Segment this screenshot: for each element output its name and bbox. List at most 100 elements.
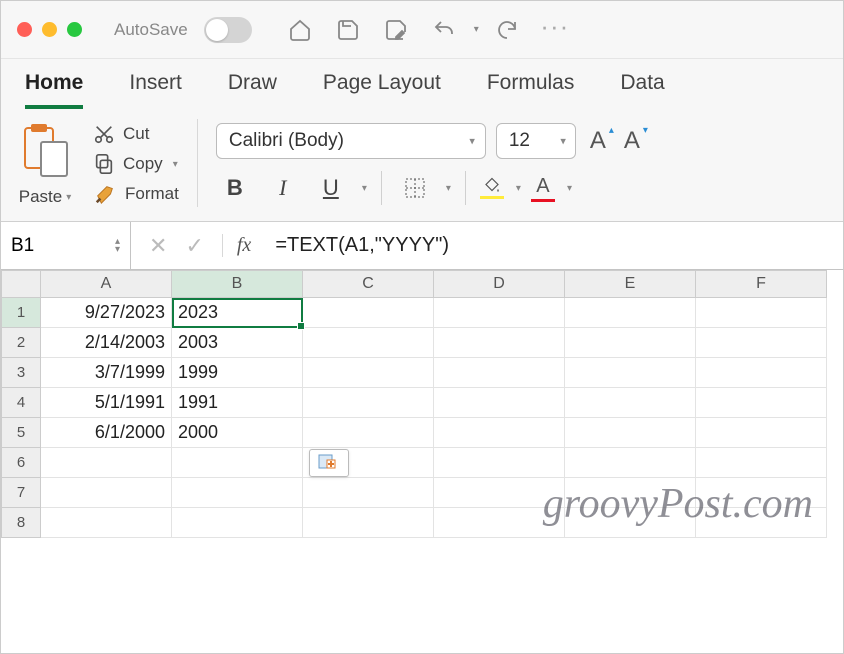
bold-button[interactable]: B: [216, 172, 254, 204]
cell-D4[interactable]: [434, 388, 565, 418]
row-header-7[interactable]: 7: [1, 478, 41, 508]
borders-button[interactable]: [396, 172, 434, 204]
tab-insert[interactable]: Insert: [129, 71, 182, 109]
cell-E4[interactable]: [565, 388, 696, 418]
cancel-formula-icon[interactable]: ✕: [149, 233, 167, 259]
cell-A8[interactable]: [41, 508, 172, 538]
row-header-8[interactable]: 8: [1, 508, 41, 538]
autofill-options-button[interactable]: [309, 449, 349, 477]
close-window-button[interactable]: [17, 22, 32, 37]
copy-button[interactable]: Copy ▾: [93, 153, 179, 175]
more-icon[interactable]: ···: [541, 16, 569, 44]
fill-color-button[interactable]: [480, 177, 504, 199]
font-size-select[interactable]: 12 ▾: [496, 123, 576, 159]
row-header-4[interactable]: 4: [1, 388, 41, 418]
undo-icon[interactable]: [430, 16, 458, 44]
save-icon[interactable]: [334, 16, 362, 44]
maximize-window-button[interactable]: [67, 22, 82, 37]
borders-dropdown-icon[interactable]: ▾: [446, 183, 451, 194]
cell-B8[interactable]: [172, 508, 303, 538]
paste-dropdown-icon[interactable]: ▾: [66, 192, 71, 203]
name-box[interactable]: B1 ▴▾: [1, 222, 131, 269]
fill-color-dropdown-icon[interactable]: ▾: [516, 183, 521, 194]
cut-button[interactable]: Cut: [93, 123, 179, 145]
paste-button[interactable]: [15, 119, 75, 183]
col-header-B[interactable]: B: [172, 270, 303, 298]
cell-F4[interactable]: [696, 388, 827, 418]
home-icon[interactable]: [286, 16, 314, 44]
cell-C2[interactable]: [303, 328, 434, 358]
format-painter-button[interactable]: Format: [93, 183, 179, 205]
col-header-A[interactable]: A: [41, 270, 172, 298]
tab-data[interactable]: Data: [620, 71, 664, 109]
cell-F2[interactable]: [696, 328, 827, 358]
autosave-toggle[interactable]: [204, 17, 252, 43]
underline-dropdown-icon[interactable]: ▾: [362, 183, 367, 194]
cell-F6[interactable]: [696, 448, 827, 478]
cell-A6[interactable]: [41, 448, 172, 478]
col-header-E[interactable]: E: [565, 270, 696, 298]
name-box-stepper[interactable]: ▴▾: [115, 238, 120, 254]
cell-A2[interactable]: 2/14/2003: [41, 328, 172, 358]
cell-D2[interactable]: [434, 328, 565, 358]
cell-D6[interactable]: [434, 448, 565, 478]
cell-E6[interactable]: [565, 448, 696, 478]
cell-C1[interactable]: [303, 298, 434, 328]
cell-C3[interactable]: [303, 358, 434, 388]
increase-font-button[interactable]: A: [586, 127, 610, 155]
undo-dropdown-icon[interactable]: ▾: [474, 24, 479, 35]
cell-A1[interactable]: 9/27/2023: [41, 298, 172, 328]
cell-D5[interactable]: [434, 418, 565, 448]
font-color-dropdown-icon[interactable]: ▾: [567, 183, 572, 194]
cell-E3[interactable]: [565, 358, 696, 388]
save-edit-icon[interactable]: [382, 16, 410, 44]
formula-input[interactable]: =TEXT(A1,"YYYY"): [265, 234, 843, 257]
row-header-3[interactable]: 3: [1, 358, 41, 388]
cell-D3[interactable]: [434, 358, 565, 388]
spreadsheet-grid[interactable]: A B C D E F 1 9/27/2023 2023 2 2/14/2003…: [1, 270, 843, 538]
tab-draw[interactable]: Draw: [228, 71, 277, 109]
font-color-button[interactable]: A: [531, 175, 555, 202]
col-header-C[interactable]: C: [303, 270, 434, 298]
cell-B3[interactable]: 1999: [172, 358, 303, 388]
cell-E1[interactable]: [565, 298, 696, 328]
row-header-5[interactable]: 5: [1, 418, 41, 448]
cell-B5[interactable]: 2000: [172, 418, 303, 448]
cell-B4[interactable]: 1991: [172, 388, 303, 418]
cell-A7[interactable]: [41, 478, 172, 508]
copy-dropdown-icon[interactable]: ▾: [173, 159, 178, 170]
cell-D1[interactable]: [434, 298, 565, 328]
row-header-2[interactable]: 2: [1, 328, 41, 358]
cell-C4[interactable]: [303, 388, 434, 418]
col-header-F[interactable]: F: [696, 270, 827, 298]
cell-B2[interactable]: 2003: [172, 328, 303, 358]
tab-home[interactable]: Home: [25, 71, 83, 109]
cell-E5[interactable]: [565, 418, 696, 448]
cell-F1[interactable]: [696, 298, 827, 328]
cell-B7[interactable]: [172, 478, 303, 508]
cell-A4[interactable]: 5/1/1991: [41, 388, 172, 418]
tab-formulas[interactable]: Formulas: [487, 71, 575, 109]
fx-label[interactable]: fx: [222, 234, 265, 257]
tab-page-layout[interactable]: Page Layout: [323, 71, 441, 109]
row-header-1[interactable]: 1: [1, 298, 41, 328]
cell-E2[interactable]: [565, 328, 696, 358]
cell-C8[interactable]: [303, 508, 434, 538]
cell-B1[interactable]: 2023: [172, 298, 303, 328]
cell-C7[interactable]: [303, 478, 434, 508]
redo-icon[interactable]: [493, 16, 521, 44]
decrease-font-button[interactable]: A: [620, 127, 644, 155]
minimize-window-button[interactable]: [42, 22, 57, 37]
cell-A5[interactable]: 6/1/2000: [41, 418, 172, 448]
cell-C5[interactable]: [303, 418, 434, 448]
cell-A3[interactable]: 3/7/1999: [41, 358, 172, 388]
row-header-6[interactable]: 6: [1, 448, 41, 478]
cell-F3[interactable]: [696, 358, 827, 388]
italic-button[interactable]: I: [264, 172, 302, 204]
cell-B6[interactable]: [172, 448, 303, 478]
select-all-corner[interactable]: [1, 270, 41, 298]
font-name-select[interactable]: Calibri (Body) ▾: [216, 123, 486, 159]
col-header-D[interactable]: D: [434, 270, 565, 298]
cell-F5[interactable]: [696, 418, 827, 448]
underline-button[interactable]: U: [312, 172, 350, 204]
